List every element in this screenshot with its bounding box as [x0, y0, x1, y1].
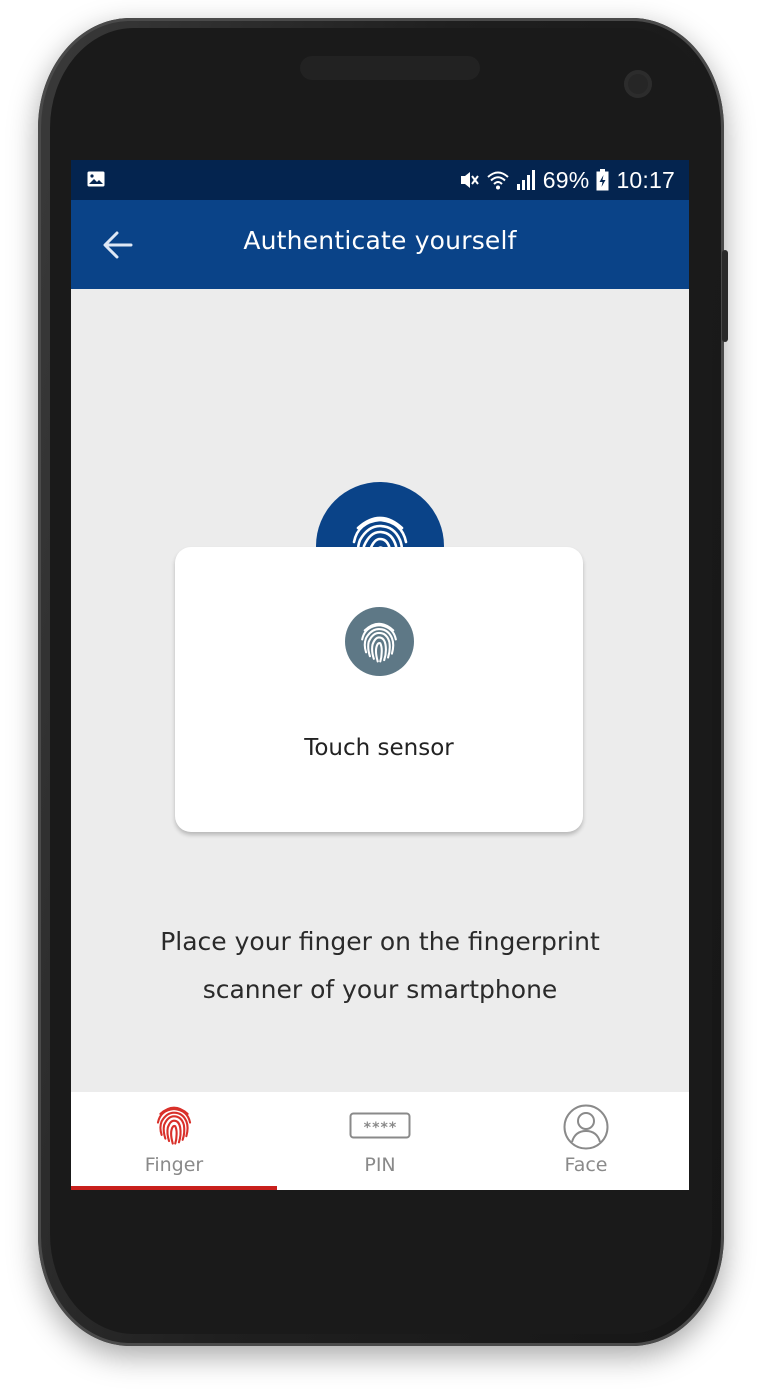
tab-face[interactable]: Face — [483, 1092, 689, 1190]
power-button — [722, 250, 728, 342]
status-icons: 69% 10:17 — [458, 166, 675, 194]
dialog-message: Touch sensor — [304, 735, 454, 761]
bottom-nav: Finger **** PIN Face — [71, 1092, 689, 1190]
battery-icon — [596, 169, 609, 191]
signal-icon — [516, 170, 535, 190]
status-time: 10:17 — [616, 166, 675, 193]
app-bar: Authenticate yourself — [71, 200, 689, 289]
active-tab-indicator — [71, 1186, 277, 1190]
speaker-grille — [300, 56, 480, 80]
status-bar: 69% 10:17 — [71, 160, 689, 200]
tab-face-label: Face — [564, 1154, 608, 1176]
screen: 69% 10:17 Authenticate yourself Touch se… — [71, 160, 689, 1190]
tab-finger[interactable]: Finger — [71, 1092, 277, 1190]
tab-pin-label: PIN — [364, 1154, 396, 1176]
face-user-icon — [563, 1104, 609, 1150]
page-title: Authenticate yourself — [243, 226, 517, 255]
gallery-icon — [87, 171, 105, 187]
wifi-icon — [487, 171, 509, 190]
front-camera — [624, 70, 652, 98]
instruction-line-1: Place your finger on the fingerprint — [160, 927, 600, 956]
dialog-fingerprint-badge — [345, 607, 414, 676]
pin-keypad-icon: **** — [349, 1112, 411, 1139]
instruction-text: Place your finger on the fingerprint sca… — [91, 918, 669, 1014]
instruction-line-2: scanner of your smartphone — [202, 975, 558, 1004]
fingerprint-icon — [361, 622, 397, 663]
fingerprint-icon — [156, 1106, 192, 1145]
battery-percent: 69% — [542, 166, 590, 193]
tab-finger-label: Finger — [144, 1154, 204, 1176]
vibrate-mute-icon — [460, 172, 479, 188]
touch-sensor-dialog: Touch sensor — [175, 547, 583, 832]
pin-mask-text: **** — [363, 1120, 397, 1136]
tab-pin[interactable]: **** PIN — [277, 1092, 483, 1190]
